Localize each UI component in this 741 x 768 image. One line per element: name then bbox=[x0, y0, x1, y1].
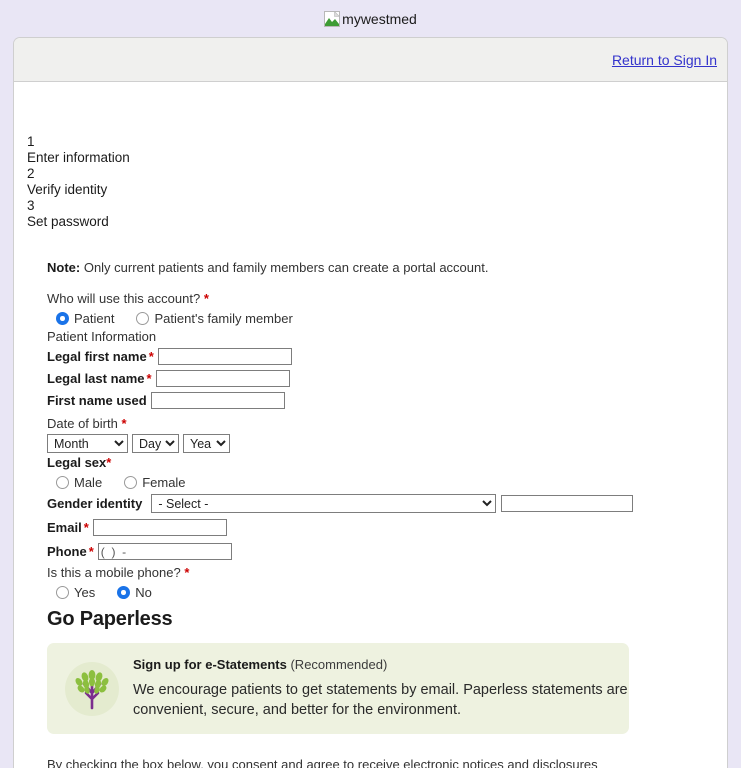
mobile-phone-question-label: Is this a mobile phone? bbox=[47, 565, 181, 580]
legal-first-name-row: Legal first name * bbox=[47, 347, 727, 366]
first-name-used-row: First name used bbox=[47, 391, 727, 410]
radio-option-family-member[interactable]: Patient's family member bbox=[136, 311, 293, 326]
phone-label: Phone * bbox=[47, 544, 94, 559]
consent-text: By checking the box below, you consent a… bbox=[47, 756, 607, 768]
radio-label: Female bbox=[142, 475, 186, 490]
radio-option-no[interactable]: No bbox=[117, 585, 152, 600]
step-label: Verify identity bbox=[27, 182, 108, 197]
legal-last-name-label: Legal last name * bbox=[47, 371, 152, 386]
first-name-used-label: First name used bbox=[47, 393, 147, 408]
radio-label: Patient's family member bbox=[154, 311, 293, 326]
mobile-phone-radio-group: Yes No bbox=[47, 585, 727, 600]
required-asterisk: * bbox=[184, 565, 190, 580]
legal-last-name-row: Legal last name * bbox=[47, 369, 727, 388]
estatements-heading: Sign up for e-Statements (Recommended) bbox=[133, 657, 629, 672]
account-user-question: Who will use this account? * bbox=[47, 291, 727, 306]
radio-indicator[interactable] bbox=[136, 312, 150, 325]
radio-indicator[interactable] bbox=[56, 312, 69, 325]
gender-identity-select[interactable]: - Select - bbox=[151, 494, 497, 513]
consent-text-part1: By checking the box below, you consent a… bbox=[47, 757, 598, 768]
radio-option-male[interactable]: Male bbox=[56, 475, 102, 490]
gender-identity-row: Gender identity - Select - bbox=[47, 494, 727, 513]
required-asterisk: * bbox=[106, 455, 112, 470]
dob-label: Date of birth * bbox=[47, 416, 727, 431]
tree-icon bbox=[65, 661, 119, 716]
estatements-panel: Sign up for e-Statements (Recommended) W… bbox=[47, 643, 629, 734]
legal-last-name-input[interactable] bbox=[155, 370, 290, 387]
phone-row: Phone * bbox=[47, 542, 727, 561]
signup-form: Note: Only current patients and family m… bbox=[14, 260, 727, 768]
required-asterisk: * bbox=[121, 416, 127, 431]
dob-selects: Month Day Year bbox=[47, 434, 727, 453]
step-label: Enter information bbox=[27, 150, 130, 165]
step-number: 2 bbox=[27, 166, 35, 181]
estatements-recommended: (Recommended) bbox=[286, 657, 388, 672]
step-item-2: 2 Verify identity bbox=[27, 166, 727, 198]
step-number: 3 bbox=[27, 198, 35, 213]
step-item-3: 3 Set password bbox=[27, 198, 727, 230]
radio-indicator[interactable] bbox=[56, 586, 69, 599]
radio-indicator[interactable] bbox=[117, 586, 131, 599]
broken-image-icon bbox=[324, 10, 341, 27]
step-label: Set password bbox=[27, 214, 109, 229]
first-name-used-input[interactable] bbox=[150, 392, 285, 409]
site-logo-bar: mywestmed bbox=[0, 0, 741, 37]
email-input[interactable] bbox=[92, 519, 227, 536]
step-item-1: 1 Enter information bbox=[27, 134, 727, 166]
progress-steps: 1 Enter information 2 Verify identity 3 … bbox=[14, 82, 727, 230]
radio-label: Patient bbox=[74, 311, 115, 326]
dob-year-select[interactable]: Year bbox=[183, 434, 230, 453]
site-logo-alt-text: mywestmed bbox=[342, 10, 417, 27]
radio-option-yes[interactable]: Yes bbox=[56, 585, 95, 600]
estatements-heading-bold: Sign up for e-Statements bbox=[133, 657, 287, 672]
legal-first-name-input[interactable] bbox=[157, 348, 292, 365]
card-header: Return to Sign In bbox=[14, 38, 727, 82]
radio-label: Male bbox=[74, 475, 103, 490]
gender-identity-label: Gender identity bbox=[47, 496, 143, 511]
dob-label-text: Date of birth bbox=[47, 416, 118, 431]
go-paperless-title: Go Paperless bbox=[47, 608, 173, 630]
radio-label: No bbox=[135, 585, 152, 600]
account-user-question-label: Who will use this account? bbox=[47, 291, 201, 306]
dob-month-select[interactable]: Month bbox=[47, 434, 128, 453]
step-number: 1 bbox=[27, 134, 35, 149]
gender-identity-other-input[interactable] bbox=[501, 495, 634, 512]
account-user-radio-group: Patient Patient's family member bbox=[47, 311, 727, 326]
required-asterisk: * bbox=[203, 291, 209, 306]
site-logo: mywestmed bbox=[324, 10, 417, 27]
signup-card: Return to Sign In 1 Enter information 2 … bbox=[13, 37, 728, 768]
note-prefix: Note: bbox=[47, 260, 81, 275]
legal-first-name-label: Legal first name * bbox=[47, 349, 154, 364]
note-text: Note: Only current patients and family m… bbox=[47, 260, 727, 275]
return-to-sign-in-link[interactable]: Return to Sign In bbox=[612, 52, 717, 68]
estatements-description: We encourage patients to get statements … bbox=[133, 682, 628, 718]
radio-option-female[interactable]: Female bbox=[124, 475, 186, 490]
radio-indicator[interactable] bbox=[124, 476, 138, 489]
radio-indicator[interactable] bbox=[56, 476, 69, 489]
legal-sex-label-text: Legal sex bbox=[47, 455, 107, 470]
radio-label: Yes bbox=[74, 585, 96, 600]
patient-information-heading: Patient Information bbox=[47, 329, 157, 344]
legal-sex-radio-group: Male Female bbox=[47, 475, 727, 490]
estatements-text: Sign up for e-Statements (Recommended) W… bbox=[133, 657, 629, 720]
radio-option-patient[interactable]: Patient bbox=[56, 311, 114, 326]
phone-input[interactable] bbox=[97, 543, 232, 560]
legal-sex-label: Legal sex* bbox=[47, 455, 727, 470]
note-body: Only current patients and family members… bbox=[80, 260, 489, 275]
dob-day-select[interactable]: Day bbox=[132, 434, 179, 453]
email-row: Email * bbox=[47, 518, 727, 537]
mobile-phone-question: Is this a mobile phone? * bbox=[47, 565, 727, 580]
email-label: Email * bbox=[47, 520, 89, 535]
